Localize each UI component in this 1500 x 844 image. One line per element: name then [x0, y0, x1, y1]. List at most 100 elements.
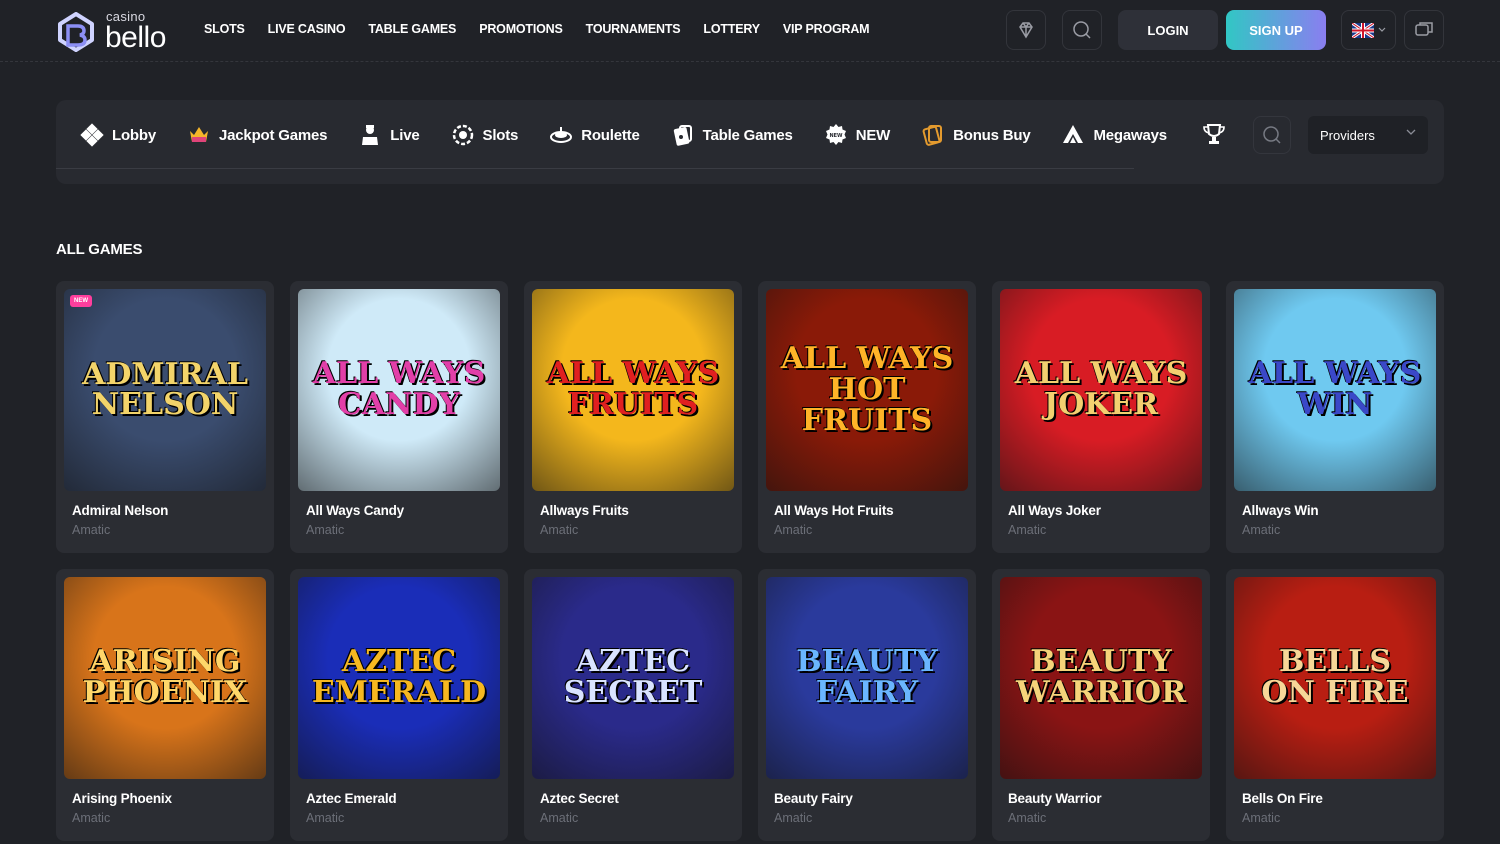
game-thumbnail[interactable]: All Ways Candy [298, 289, 500, 491]
game-art-line: Hot Fruits [801, 371, 933, 438]
category-live[interactable]: Live [358, 122, 420, 148]
game-art-line: Bells [1278, 644, 1392, 680]
nav-promotions[interactable]: PROMOTIONS [479, 22, 563, 36]
category-list: Lobby Jackpot Games Live Slots Roulette … [80, 122, 1198, 148]
game-art-line: All Ways [546, 356, 720, 392]
game-thumbnail[interactable]: All Ways Fruits [532, 289, 734, 491]
game-art-title: Beauty Warrior [1016, 647, 1186, 709]
category-table-games[interactable]: Table Games [671, 122, 793, 148]
game-card[interactable]: Arising Phoenix Arising Phoenix Amatic [56, 569, 274, 841]
game-art-title: All Ways Hot Fruits [766, 340, 968, 438]
game-thumbnail[interactable]: Beauty Fairy [766, 577, 968, 779]
game-title[interactable]: All Ways Joker [1008, 503, 1101, 518]
chevron-down-icon [1406, 129, 1416, 135]
game-card[interactable]: Beauty Warrior Beauty Warrior Amatic [992, 569, 1210, 841]
nav-slots[interactable]: SLOTS [204, 22, 245, 36]
nav-table-games[interactable]: TABLE GAMES [368, 22, 456, 36]
game-card[interactable]: Aztec Emerald Aztec Emerald Amatic [290, 569, 508, 841]
game-title[interactable]: All Ways Candy [306, 503, 404, 518]
game-card[interactable]: Aztec Secret Aztec Secret Amatic [524, 569, 742, 841]
category-label: Lobby [112, 126, 156, 144]
game-provider: Amatic [306, 811, 345, 825]
game-thumbnail[interactable]: Aztec Emerald [298, 577, 500, 779]
nav-vip-program[interactable]: VIP PROGRAM [783, 22, 870, 36]
game-provider: Amatic [1008, 811, 1047, 825]
game-art-line: All Ways [1014, 356, 1188, 392]
game-thumbnail[interactable]: All Ways Hot Fruits [766, 289, 968, 491]
game-art-title: All Ways Win [1243, 359, 1428, 421]
top-header: casino bello SLOTS LIVE CASINO TABLE GAM… [0, 0, 1500, 62]
game-art-line: Warrior [1015, 675, 1186, 711]
category-bonus-buy[interactable]: Bonus Buy [921, 122, 1031, 148]
category-new[interactable]: NEW NEW [824, 122, 890, 148]
nav-lottery[interactable]: LOTTERY [703, 22, 760, 36]
game-art-title: Bells On Fire [1261, 647, 1408, 709]
new-badge-icon: NEW [825, 124, 846, 145]
game-thumbnail[interactable]: Aztec Secret [532, 577, 734, 779]
category-search-button[interactable] [1253, 116, 1291, 154]
game-title[interactable]: Beauty Fairy [774, 791, 853, 806]
chat-button[interactable] [1404, 10, 1444, 50]
game-card[interactable]: All Ways Candy All Ways Candy Amatic [290, 281, 508, 553]
nav-live-casino[interactable]: LIVE CASINO [268, 22, 346, 36]
signup-button[interactable]: SIGN UP [1226, 10, 1326, 50]
category-megaways[interactable]: Megaways [1061, 122, 1167, 148]
game-art-line: Win [1297, 387, 1373, 423]
category-slots[interactable]: Slots [451, 122, 519, 148]
game-card[interactable]: All Ways Hot Fruits All Ways Hot Fruits Ama… [758, 281, 976, 553]
game-thumbnail[interactable]: All Ways Win [1234, 289, 1436, 491]
game-thumbnail[interactable]: Admiral Nelson NEW [64, 289, 266, 491]
category-roulette[interactable]: Roulette [549, 122, 640, 148]
game-art-line: On Fire [1261, 675, 1409, 711]
category-label: Megaways [1093, 126, 1167, 144]
game-provider: Amatic [540, 523, 579, 537]
game-title[interactable]: Allways Fruits [540, 503, 629, 518]
category-bar: Lobby Jackpot Games Live Slots Roulette … [56, 100, 1444, 184]
game-card[interactable]: All Ways Fruits Allways Fruits Amatic [524, 281, 742, 553]
category-label: Slots [482, 126, 519, 144]
category-jackpot-games[interactable]: Jackpot Games [187, 122, 327, 148]
providers-dropdown[interactable]: Providers [1308, 116, 1428, 154]
header-search-button[interactable] [1062, 10, 1102, 50]
login-button[interactable]: LOGIN [1118, 10, 1218, 50]
trophy-icon [1203, 124, 1225, 144]
game-card[interactable]: All Ways Win Allways Win Amatic [1226, 281, 1444, 553]
game-card[interactable]: Admiral Nelson NEW Admiral Nelson Amatic [56, 281, 274, 553]
slots-icon [452, 124, 473, 146]
category-lobby[interactable]: Lobby [80, 122, 156, 148]
game-art-title: Aztec Emerald [312, 647, 486, 709]
game-thumbnail[interactable]: Bells On Fire [1234, 577, 1436, 779]
chat-icon [1415, 22, 1433, 36]
game-art-line: All Ways [780, 340, 954, 376]
game-art-line: Aztec [341, 644, 457, 680]
game-title[interactable]: Allways Win [1242, 503, 1319, 518]
game-provider: Amatic [540, 811, 579, 825]
game-title[interactable]: Aztec Secret [540, 791, 619, 806]
game-title[interactable]: All Ways Hot Fruits [774, 503, 894, 518]
game-title[interactable]: Bells On Fire [1242, 791, 1323, 806]
game-provider: Amatic [774, 523, 813, 537]
game-title[interactable]: Arising Phoenix [72, 791, 172, 806]
game-art-line: Candy [337, 387, 460, 423]
game-provider: Amatic [1242, 523, 1281, 537]
game-thumbnail[interactable]: Beauty Warrior [1000, 577, 1202, 779]
game-title[interactable]: Admiral Nelson [72, 503, 168, 518]
game-card[interactable]: Beauty Fairy Beauty Fairy Amatic [758, 569, 976, 841]
game-art-line: All Ways [1248, 356, 1422, 392]
game-art-title: Admiral Nelson [64, 360, 266, 420]
category-overflow[interactable] [1202, 122, 1242, 148]
game-art-title: All Ways Joker [1009, 359, 1194, 421]
game-title[interactable]: Beauty Warrior [1008, 791, 1102, 806]
game-thumbnail[interactable]: Arising Phoenix [64, 577, 266, 779]
cards-icon [673, 125, 692, 146]
game-card[interactable]: All Ways Joker All Ways Joker Amatic [992, 281, 1210, 553]
language-selector[interactable] [1341, 10, 1396, 50]
nav-tournaments[interactable]: TOURNAMENTS [586, 22, 681, 36]
game-thumbnail[interactable]: All Ways Joker [1000, 289, 1202, 491]
svg-text:NEW: NEW [829, 133, 843, 139]
game-card[interactable]: Bells On Fire Bells On Fire Amatic [1226, 569, 1444, 841]
game-art-title: Aztec Secret [564, 647, 703, 709]
casino-bello-logo[interactable]: casino bello [56, 8, 176, 54]
vip-gem-button[interactable] [1006, 10, 1046, 50]
game-title[interactable]: Aztec Emerald [306, 791, 397, 806]
